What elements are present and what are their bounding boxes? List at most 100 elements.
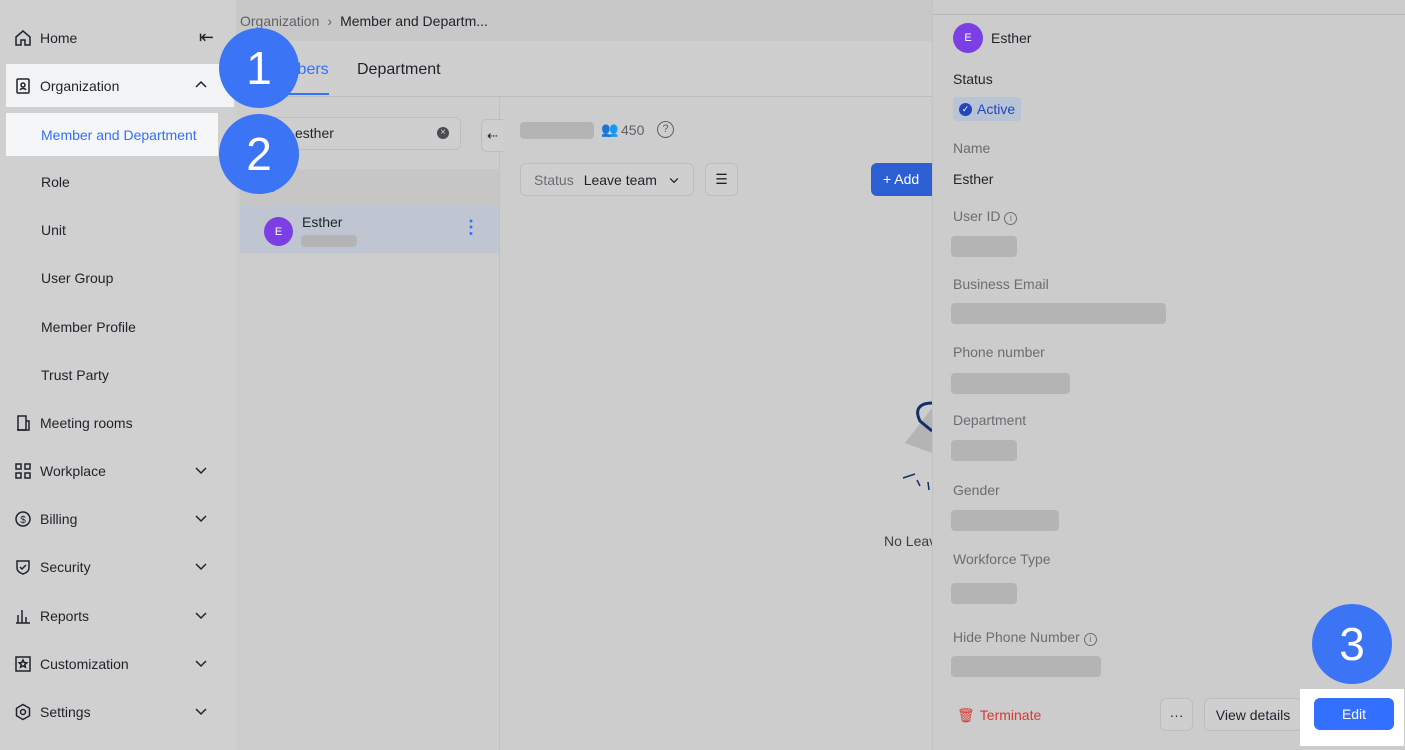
- sidebar: Home ⇤ Organization Member and Departmen…: [0, 0, 236, 750]
- sidebar-item-organization[interactable]: Organization: [6, 64, 234, 107]
- sidebar-item-label: Member and Department: [41, 126, 197, 143]
- sidebar-item-label: Member Profile: [41, 318, 136, 335]
- gear-icon: [14, 703, 32, 721]
- list-view-button[interactable]: ☰: [705, 163, 738, 196]
- grid-icon: [14, 462, 32, 480]
- empty-state-illustration: [902, 401, 932, 491]
- empty-state-text: No Leav: [884, 533, 932, 549]
- redacted-email: [951, 303, 1166, 324]
- collapse-list-button[interactable]: ⇠: [481, 119, 503, 152]
- field-label-phone: Phone number: [953, 344, 1045, 360]
- terminate-button[interactable]: 🗑 Terminate: [957, 707, 1041, 724]
- field-label-workforce-type: Workforce Type: [953, 551, 1051, 567]
- collapse-sidebar-icon[interactable]: ⇤: [199, 27, 214, 48]
- customize-icon: [14, 655, 32, 673]
- breadcrumb-parent[interactable]: Organization: [240, 13, 319, 29]
- breadcrumb: Organization › Member and Departm...: [236, 0, 932, 41]
- field-label-name: Name: [953, 140, 991, 156]
- sidebar-item-member-and-department[interactable]: Member and Department: [6, 113, 218, 156]
- sidebar-item-label: Customization: [40, 655, 129, 672]
- status-filter-select[interactable]: Status Leave team: [520, 163, 694, 196]
- redacted-department: [951, 440, 1017, 461]
- sidebar-item-workplace[interactable]: Workplace: [6, 449, 234, 492]
- building-icon: [14, 414, 32, 432]
- sidebar-item-meeting-rooms[interactable]: Meeting rooms: [6, 401, 234, 444]
- sidebar-item-unit[interactable]: Unit: [6, 208, 234, 251]
- sidebar-item-home[interactable]: Home ⇤: [6, 16, 234, 59]
- sidebar-item-label: Meeting rooms: [40, 414, 133, 431]
- field-label-business-email: Business Email: [953, 276, 1049, 292]
- svg-text:$: $: [20, 515, 26, 526]
- divider: [933, 14, 1405, 15]
- chevron-up-icon: [195, 80, 207, 88]
- field-label-hide-phone: Hide Phone Number i: [953, 629, 1097, 646]
- members-count-icon: 👥: [601, 121, 619, 137]
- dollar-icon: $: [14, 510, 32, 528]
- redacted-dept-name: [520, 122, 594, 139]
- status-label: Status: [953, 71, 993, 87]
- sidebar-item-customization[interactable]: Customization: [6, 642, 234, 685]
- sidebar-item-role[interactable]: Role: [6, 160, 234, 203]
- redacted-workforce-type: [951, 583, 1017, 604]
- sidebar-item-settings[interactable]: Settings: [6, 690, 234, 733]
- field-label-department: Department: [953, 412, 1027, 428]
- check-circle-icon: ✓: [959, 102, 972, 116]
- clear-icon[interactable]: ×: [437, 127, 449, 139]
- more-vertical-icon[interactable]: ⋮: [462, 217, 480, 238]
- sidebar-item-reports[interactable]: Reports: [6, 594, 234, 637]
- sidebar-item-label: Organization: [40, 77, 120, 94]
- tab-department[interactable]: Department: [357, 61, 441, 79]
- sidebar-item-security[interactable]: Security: [6, 545, 234, 588]
- avatar: E: [953, 23, 983, 53]
- sidebar-item-user-group[interactable]: User Group: [6, 256, 234, 299]
- search-value: esther: [295, 125, 334, 141]
- redacted-phone: [951, 373, 1070, 394]
- member-list-panel: ser E Esther ⋮: [240, 97, 500, 750]
- sidebar-item-label: Trust Party: [41, 366, 109, 383]
- sidebar-item-trust-party[interactable]: Trust Party: [6, 353, 234, 396]
- redacted-user-id: [951, 236, 1017, 257]
- chevron-down-icon: [195, 708, 207, 716]
- redacted-hide-phone: [951, 656, 1101, 677]
- home-icon: [14, 29, 32, 47]
- sidebar-item-label: Billing: [40, 510, 78, 527]
- sidebar-item-label: Home: [40, 29, 78, 46]
- info-icon[interactable]: i: [1083, 633, 1097, 646]
- sidebar-item-label: Workplace: [40, 462, 106, 479]
- sidebar-item-label: Unit: [41, 221, 66, 238]
- breadcrumb-current: Member and Departm...: [340, 12, 488, 29]
- field-value-name: Esther: [953, 171, 994, 187]
- redacted-gender: [951, 510, 1059, 531]
- sidebar-item-billing[interactable]: $ Billing: [6, 497, 234, 540]
- edit-button[interactable]: Edit: [1314, 698, 1394, 730]
- panel-member-name: Esther: [991, 30, 1032, 46]
- chevron-down-icon: [195, 467, 207, 475]
- list-icon: ☰: [715, 171, 728, 187]
- help-icon[interactable]: ?: [657, 121, 674, 138]
- add-member-button[interactable]: + Add: [871, 163, 932, 196]
- chevron-down-icon: [195, 612, 207, 620]
- bar-chart-icon: [14, 607, 32, 625]
- sidebar-item-label: Reports: [40, 607, 90, 624]
- sidebar-item-label: Security: [40, 558, 91, 575]
- chevron-down-icon: [195, 563, 207, 571]
- tab-bar: Members Department: [236, 41, 932, 97]
- chevron-down-icon: [195, 515, 207, 523]
- status-badge: ✓ Active: [953, 97, 1022, 121]
- sidebar-item-label: User Group: [41, 269, 114, 286]
- redacted-text: [301, 235, 357, 247]
- sidebar-item-label: Role: [41, 173, 70, 190]
- field-label-gender: Gender: [953, 482, 1000, 498]
- more-actions-button[interactable]: ···: [1160, 698, 1193, 731]
- view-details-button[interactable]: View details: [1204, 698, 1302, 731]
- callout-badge-2: 2: [219, 114, 299, 194]
- field-label-user-id: User ID i: [953, 208, 1018, 225]
- avatar: E: [264, 217, 293, 246]
- contact-card-icon: [14, 77, 32, 95]
- list-item[interactable]: E Esther ⋮: [240, 205, 499, 253]
- callout-badge-3: 3: [1312, 604, 1392, 684]
- sidebar-item-member-profile[interactable]: Member Profile: [6, 305, 234, 348]
- member-count: 450: [621, 122, 645, 138]
- info-icon[interactable]: i: [1004, 212, 1018, 225]
- chevron-down-icon: [669, 177, 679, 183]
